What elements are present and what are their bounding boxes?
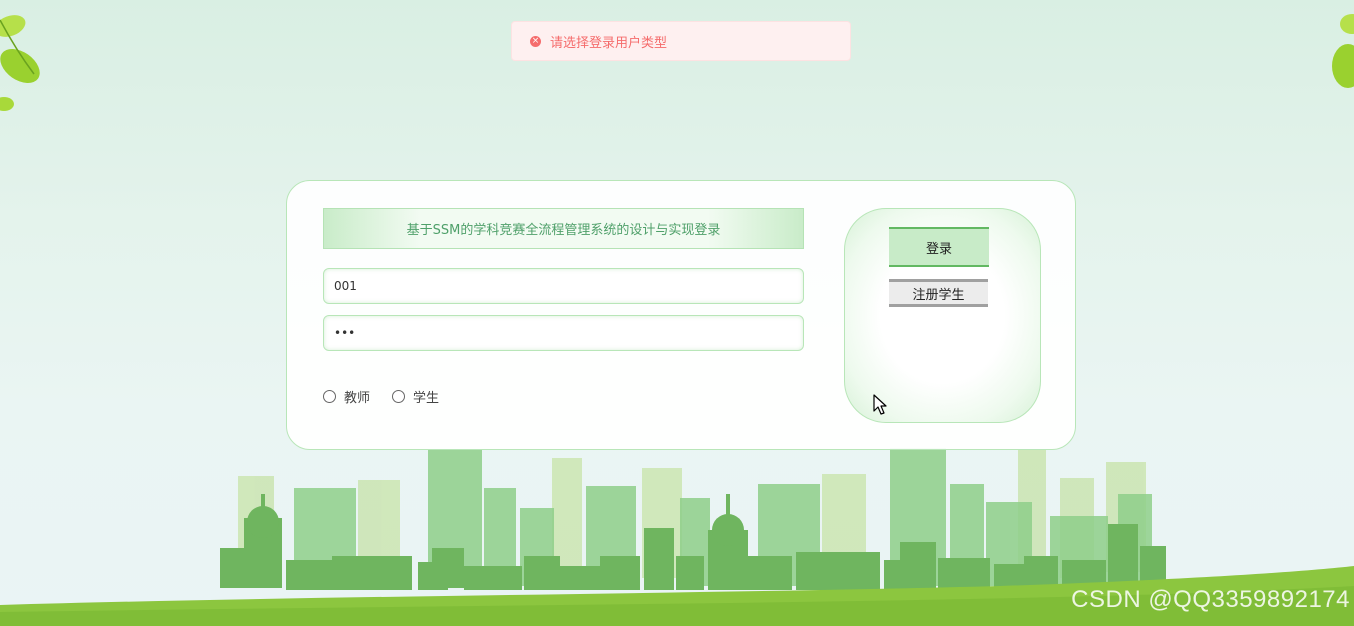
leaf-decoration-left-icon: [0, 15, 40, 111]
toast-message: 请选择登录用户类型: [550, 35, 668, 51]
radio-circle-icon[interactable]: [392, 390, 406, 403]
role-radio-group: 教师 学生: [323, 387, 461, 406]
close-circle-icon: ×: [530, 35, 541, 47]
role-student-radio[interactable]: 学生: [392, 387, 439, 406]
leaf-decoration-right-icon: [1332, 14, 1354, 88]
login-button[interactable]: 登录: [889, 227, 989, 267]
login-card: 基于SSM的学科竞赛全流程管理系统的设计与实现登录 教师 学生 登录 注册学生: [286, 180, 1076, 450]
login-page: × 请选择登录用户类型 基于SSM的学科竞赛全流程管理系统的设计与实现登录 教师…: [0, 0, 1354, 626]
username-input[interactable]: [323, 268, 804, 304]
action-panel: 登录 注册学生: [844, 208, 1041, 423]
radio-circle-icon[interactable]: [323, 390, 336, 403]
login-title: 基于SSM的学科竞赛全流程管理系统的设计与实现登录: [323, 208, 804, 249]
register-student-button[interactable]: 注册学生: [889, 279, 988, 307]
password-input[interactable]: [323, 315, 804, 351]
role-teacher-label: 教师: [344, 391, 371, 406]
error-toast: × 请选择登录用户类型: [511, 21, 851, 61]
watermark: CSDN @QQ3359892174: [1071, 586, 1350, 613]
role-teacher-radio[interactable]: 教师: [323, 387, 370, 406]
mouse-pointer-icon: [873, 394, 887, 415]
role-student-label: 学生: [413, 391, 440, 406]
